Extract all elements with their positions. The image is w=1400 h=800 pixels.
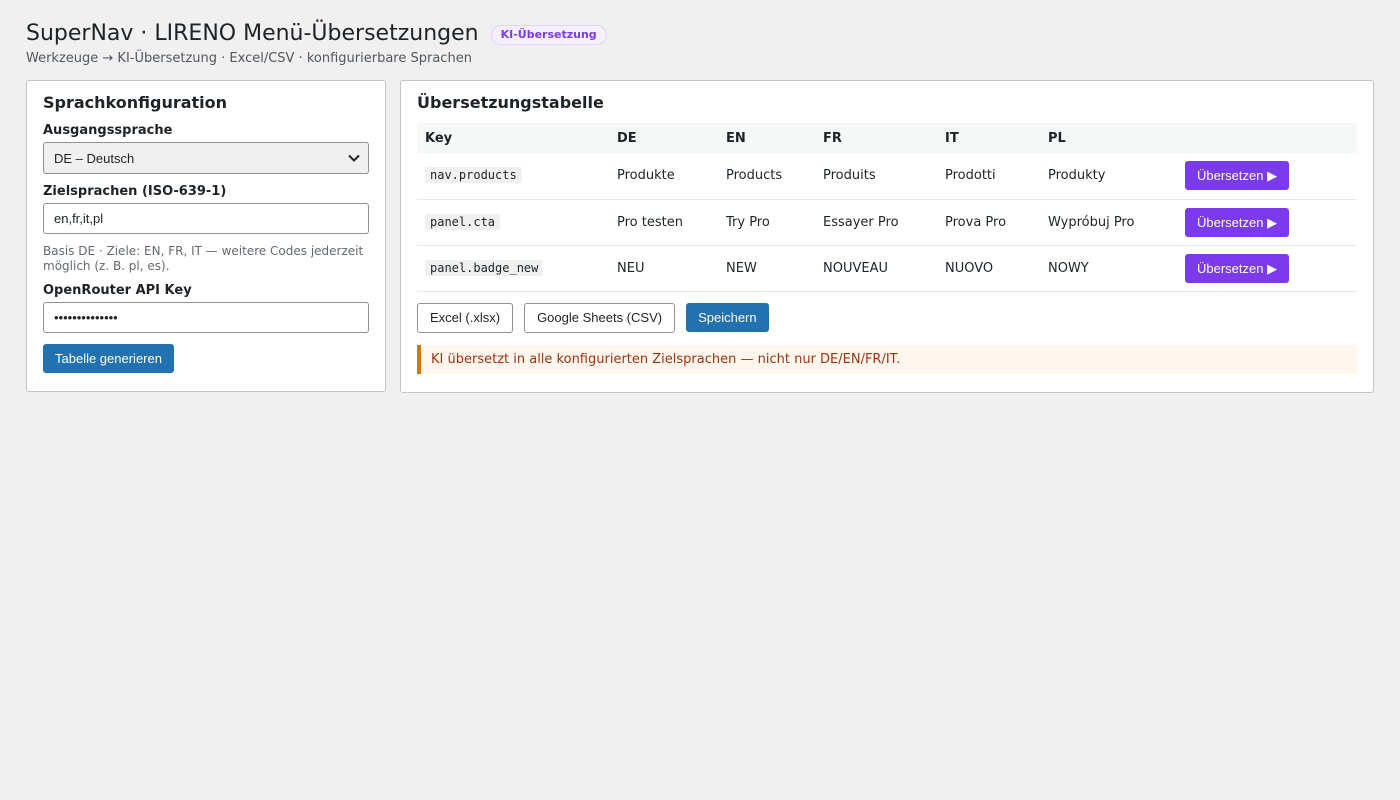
- column-header-en: EN: [718, 123, 815, 153]
- cell-de: NEU: [609, 245, 718, 292]
- page-title: SuperNav · LIRENO Menü-Übersetzungen: [26, 21, 479, 46]
- language-config-card: Sprachkonfiguration Ausgangssprache DE –…: [26, 80, 386, 392]
- cell-fr: Produits: [815, 153, 937, 200]
- table-title: Übersetzungstabelle: [417, 93, 604, 112]
- column-header-de: DE: [609, 123, 718, 153]
- translation-table-card: Übersetzungstabelle Key DE EN FR IT PL n…: [400, 80, 1374, 393]
- target-languages-label: Zielsprachen (ISO-639-1): [43, 184, 227, 199]
- source-language-label: Ausgangssprache: [43, 123, 173, 138]
- row-key: nav.products: [425, 167, 522, 184]
- api-key-label: OpenRouter API Key: [43, 283, 192, 298]
- cell-en: Try Pro: [718, 199, 815, 246]
- cell-it: Prodotti: [937, 153, 1040, 200]
- column-header-actions: [1177, 123, 1357, 153]
- cell-en: NEW: [718, 245, 815, 292]
- cell-pl: Wypróbuj Pro: [1040, 199, 1177, 246]
- column-header-fr: FR: [815, 123, 937, 153]
- table-row: nav.products Produkte Products Produits …: [417, 153, 1357, 200]
- table-row: panel.cta Pro testen Try Pro Essayer Pro…: [417, 199, 1357, 246]
- column-header-pl: PL: [1040, 123, 1177, 153]
- cell-fr: Essayer Pro: [815, 199, 937, 246]
- info-notice: KI übersetzt in alle konfigurierten Ziel…: [417, 344, 1357, 374]
- table-header-row: Key DE EN FR IT PL: [417, 123, 1357, 153]
- column-header-key: Key: [417, 123, 609, 153]
- row-key: panel.badge_new: [425, 259, 544, 276]
- source-language-value: DE – Deutsch: [54, 150, 135, 166]
- config-title: Sprachkonfiguration: [43, 93, 228, 112]
- target-languages-help: Basis DE · Ziele: EN, FR, IT — weitere C…: [43, 244, 364, 273]
- cell-en: Products: [718, 153, 815, 200]
- source-language-select[interactable]: DE – Deutsch: [43, 142, 369, 174]
- cell-pl: Produkty: [1040, 153, 1177, 200]
- translation-table: Key DE EN FR IT PL nav.products Produkte…: [417, 123, 1357, 292]
- cell-fr: NOUVEAU: [815, 245, 937, 292]
- export-excel-button[interactable]: Excel (.xlsx): [417, 302, 514, 333]
- generate-table-button[interactable]: Tabelle generieren: [43, 344, 174, 373]
- cell-pl: NOWY: [1040, 245, 1177, 292]
- table-row: panel.badge_new NEU NEW NOUVEAU NUOVO NO…: [417, 245, 1357, 292]
- row-key: panel.cta: [425, 213, 501, 230]
- export-sheets-button[interactable]: Google Sheets (CSV): [524, 302, 676, 333]
- translate-button[interactable]: Übersetzen ▶: [1185, 253, 1290, 283]
- table-actions: Excel (.xlsx) Google Sheets (CSV) Speich…: [417, 302, 1357, 333]
- column-header-it: IT: [937, 123, 1040, 153]
- translate-button[interactable]: Übersetzen ▶: [1185, 207, 1290, 237]
- cell-it: Prova Pro: [937, 199, 1040, 246]
- chevron-down-icon: [348, 151, 360, 165]
- cell-it: NUOVO: [937, 245, 1040, 292]
- cell-de: Produkte: [609, 153, 718, 200]
- page-header: SuperNav · LIRENO Menü-Übersetzungen KI-…: [26, 20, 1374, 48]
- save-button[interactable]: Speichern: [686, 302, 769, 332]
- ki-badge: KI-Übersetzung: [490, 25, 607, 45]
- target-languages-input[interactable]: [43, 203, 369, 234]
- translate-button[interactable]: Übersetzen ▶: [1185, 161, 1290, 191]
- breadcrumb: Werkzeuge → KI-Übersetzung · Excel/CSV ·…: [26, 51, 472, 66]
- cell-de: Pro testen: [609, 199, 718, 246]
- api-key-input[interactable]: [43, 302, 369, 333]
